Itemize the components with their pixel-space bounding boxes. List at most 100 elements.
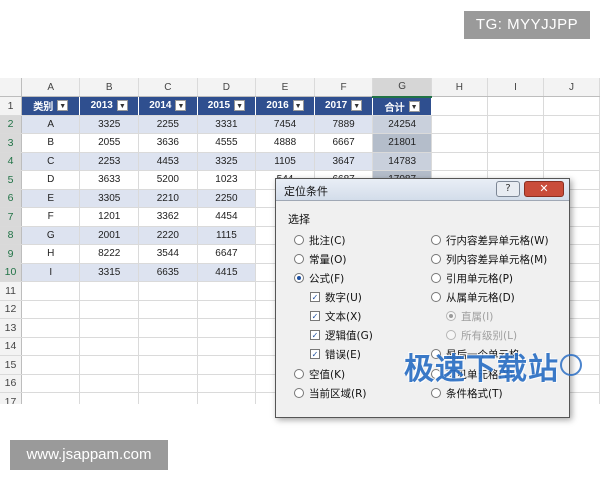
table-cell[interactable]: 2250 [197, 189, 257, 208]
empty-cell[interactable] [79, 355, 140, 375]
table-cell[interactable]: 1115 [197, 226, 257, 245]
table-cell[interactable]: 6635 [138, 263, 198, 282]
table-cell[interactable]: 7454 [255, 115, 315, 134]
table-cell[interactable]: 2210 [138, 189, 198, 208]
table-cell[interactable]: 1023 [197, 170, 257, 190]
column-header-e[interactable]: E [255, 78, 315, 97]
table-cell[interactable]: 24254 [372, 115, 432, 134]
filter-dropdown-icon[interactable]: ▼ [116, 100, 128, 112]
row-header[interactable]: 3 [0, 133, 23, 153]
empty-cell[interactable] [487, 133, 544, 153]
filter-dropdown-icon[interactable]: ▼ [234, 100, 246, 112]
table-cell[interactable]: H [21, 244, 81, 264]
table-header-cell[interactable]: 2013 ▼ [79, 96, 140, 116]
table-cell[interactable]: 2253 [79, 152, 140, 171]
filter-dropdown-icon[interactable]: ▼ [57, 100, 69, 112]
table-cell[interactable]: B [21, 133, 81, 153]
checkbox-option[interactable]: ✓ 逻辑值(G) [310, 328, 373, 344]
table-cell[interactable]: 4888 [255, 133, 315, 153]
empty-cell[interactable] [543, 115, 600, 134]
empty-cell[interactable] [79, 337, 140, 356]
table-cell[interactable]: 1201 [79, 207, 140, 227]
filter-dropdown-icon[interactable]: ▼ [351, 100, 363, 112]
table-cell[interactable]: 3544 [138, 244, 198, 264]
table-cell[interactable]: 7889 [314, 115, 374, 134]
table-cell[interactable]: 3362 [138, 207, 198, 227]
checkbox-icon[interactable]: ✓ [310, 311, 320, 321]
row-header[interactable]: 12 [0, 300, 23, 319]
row-header[interactable]: 15 [0, 355, 23, 375]
column-header-h[interactable]: H [431, 78, 489, 97]
radio-option[interactable]: 行内容差异单元格(W) [431, 233, 549, 249]
empty-cell[interactable] [138, 392, 198, 404]
radio-option[interactable]: 常量(O) [294, 252, 346, 268]
table-cell[interactable]: 3325 [197, 152, 257, 171]
radio-icon[interactable] [431, 273, 441, 283]
filter-dropdown-icon[interactable]: ▼ [408, 100, 420, 112]
row-header[interactable]: 9 [0, 244, 23, 264]
table-cell[interactable]: 3315 [79, 263, 140, 282]
radio-option[interactable]: 引用单元格(P) [431, 271, 513, 287]
row-header[interactable]: 14 [0, 337, 23, 356]
empty-cell[interactable] [138, 337, 198, 356]
table-header-cell[interactable]: 2017 ▼ [314, 96, 374, 116]
radio-icon[interactable] [431, 292, 441, 302]
empty-cell[interactable] [138, 374, 198, 393]
table-cell[interactable]: 1105 [255, 152, 315, 171]
empty-cell[interactable] [431, 133, 489, 153]
empty-cell[interactable] [21, 281, 81, 301]
row-header[interactable]: 8 [0, 226, 23, 245]
radio-option[interactable]: 公式(F) [294, 271, 344, 287]
empty-cell[interactable] [487, 115, 544, 134]
empty-cell[interactable] [197, 300, 257, 319]
row-header[interactable]: 17 [0, 392, 23, 404]
radio-option[interactable]: 列内容差异单元格(M) [431, 252, 547, 268]
empty-cell[interactable] [197, 318, 257, 338]
table-cell[interactable]: 4454 [197, 207, 257, 227]
empty-cell[interactable] [431, 152, 489, 171]
checkbox-icon[interactable]: ✓ [310, 292, 320, 302]
table-cell[interactable]: C [21, 152, 81, 171]
row-header[interactable]: 16 [0, 374, 23, 393]
table-cell[interactable]: 3633 [79, 170, 140, 190]
filter-dropdown-icon[interactable]: ▼ [292, 100, 304, 112]
table-header-cell[interactable]: 类别 ▼ [21, 96, 81, 116]
table-header-cell[interactable]: 2014 ▼ [138, 96, 198, 116]
select-all-corner[interactable] [0, 78, 23, 97]
row-header[interactable]: 4 [0, 152, 23, 171]
column-header-g[interactable]: G [372, 78, 432, 98]
radio-icon[interactable] [294, 388, 304, 398]
radio-icon[interactable] [431, 254, 441, 264]
radio-option[interactable]: 从属单元格(D) [431, 290, 515, 306]
empty-cell[interactable] [543, 152, 600, 171]
empty-cell[interactable] [197, 281, 257, 301]
table-header-cell[interactable]: 合计 ▼ [372, 96, 432, 116]
radio-icon[interactable] [431, 235, 441, 245]
table-cell[interactable]: 3305 [79, 189, 140, 208]
empty-cell[interactable] [21, 374, 81, 393]
table-cell[interactable]: 14783 [372, 152, 432, 171]
table-header-cell[interactable]: 2016 ▼ [255, 96, 315, 116]
table-cell[interactable]: F [21, 207, 81, 227]
empty-cell[interactable] [79, 392, 140, 404]
empty-cell[interactable] [21, 392, 81, 404]
empty-cell[interactable] [79, 318, 140, 338]
empty-cell[interactable] [138, 355, 198, 375]
table-cell[interactable]: D [21, 170, 81, 190]
table-cell[interactable]: 4415 [197, 263, 257, 282]
empty-cell[interactable] [197, 392, 257, 404]
empty-cell[interactable] [138, 318, 198, 338]
column-header-i[interactable]: I [487, 78, 544, 97]
empty-cell[interactable] [197, 374, 257, 393]
table-cell[interactable]: 21801 [372, 133, 432, 153]
row-header[interactable]: 5 [0, 170, 23, 190]
table-cell[interactable]: I [21, 263, 81, 282]
radio-icon[interactable] [294, 369, 304, 379]
table-header-cell[interactable]: 2015 ▼ [197, 96, 257, 116]
table-cell[interactable]: A [21, 115, 81, 134]
checkbox-option[interactable]: ✓ 数字(U) [310, 290, 362, 306]
row-header[interactable]: 6 [0, 189, 23, 208]
table-cell[interactable]: E [21, 189, 81, 208]
empty-cell[interactable] [138, 300, 198, 319]
empty-cell[interactable] [21, 318, 81, 338]
